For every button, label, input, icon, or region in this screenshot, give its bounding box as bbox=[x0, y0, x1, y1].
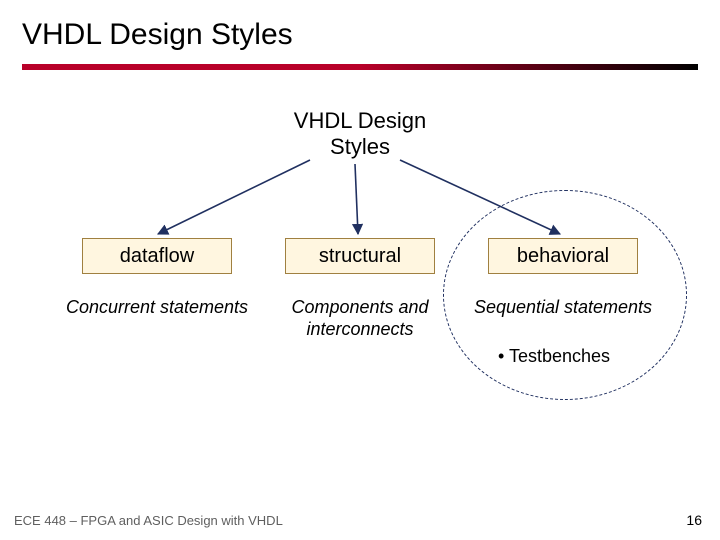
title-divider bbox=[22, 64, 698, 70]
box-behavioral: behavioral bbox=[488, 238, 638, 274]
desc-behavioral: Sequential statements bbox=[468, 296, 658, 318]
root-label: VHDL Design Styles bbox=[0, 108, 720, 160]
root-line1: VHDL Design bbox=[294, 108, 426, 133]
footer-text: ECE 448 – FPGA and ASIC Design with VHDL bbox=[14, 513, 283, 528]
arrow-to-dataflow bbox=[158, 160, 310, 234]
box-dataflow: dataflow bbox=[82, 238, 232, 274]
desc-dataflow: Concurrent statements bbox=[62, 296, 252, 318]
slide-title: VHDL Design Styles bbox=[0, 0, 720, 52]
root-line2: Styles bbox=[330, 134, 390, 159]
desc-structural: Components and interconnects bbox=[265, 296, 455, 340]
page-number: 16 bbox=[686, 512, 702, 528]
box-structural: structural bbox=[285, 238, 435, 274]
arrow-to-structural bbox=[355, 164, 358, 234]
bullet-testbenches: • Testbenches bbox=[498, 346, 610, 367]
highlight-ellipse bbox=[443, 190, 687, 400]
